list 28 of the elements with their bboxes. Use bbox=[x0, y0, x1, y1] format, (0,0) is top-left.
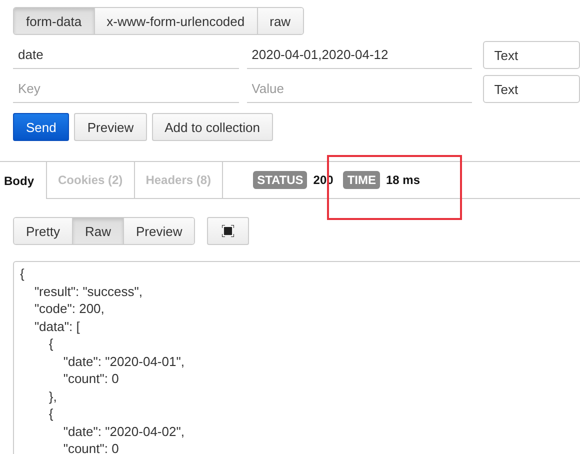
code-line: { bbox=[48, 405, 54, 422]
view-mode-tab[interactable]: Raw bbox=[72, 218, 123, 244]
fullscreen-icon bbox=[222, 225, 234, 237]
code-line: "date": "2020-04-02", bbox=[62, 422, 186, 440]
code-line: { bbox=[20, 265, 26, 282]
view-mode-tab[interactable]: Preview bbox=[122, 218, 194, 244]
action-button[interactable]: Preview bbox=[74, 113, 147, 141]
code-line: "count": 0 bbox=[62, 440, 120, 454]
code-line: "code": 200, bbox=[33, 300, 106, 318]
code-line: }, bbox=[48, 388, 58, 405]
status-badge: STATUS bbox=[253, 171, 308, 189]
send-button[interactable]: Send bbox=[13, 113, 70, 141]
body-mode-tab[interactable]: raw bbox=[256, 8, 303, 34]
code-line: "date": "2020-04-01", bbox=[62, 352, 186, 370]
type-dropdown[interactable]: Text bbox=[483, 41, 580, 69]
response-tab[interactable]: Body bbox=[0, 162, 47, 199]
time-badge: TIME bbox=[343, 171, 380, 189]
response-time: 18 ms bbox=[386, 173, 420, 187]
view-mode-tab[interactable]: Pretty bbox=[14, 218, 72, 244]
body-mode-tab[interactable]: x-www-form-urlencoded bbox=[94, 8, 257, 34]
code-line: "data": [ bbox=[33, 318, 81, 335]
code-line: "count": 0 bbox=[62, 370, 120, 388]
type-dropdown[interactable]: Text bbox=[483, 75, 580, 103]
action-button[interactable]: Add to collection bbox=[152, 113, 274, 141]
fullscreen-button[interactable] bbox=[207, 217, 250, 245]
code-line: { bbox=[48, 335, 54, 352]
body-mode-tab[interactable]: form-data bbox=[14, 8, 94, 34]
code-line: "result": "success", bbox=[33, 282, 144, 300]
